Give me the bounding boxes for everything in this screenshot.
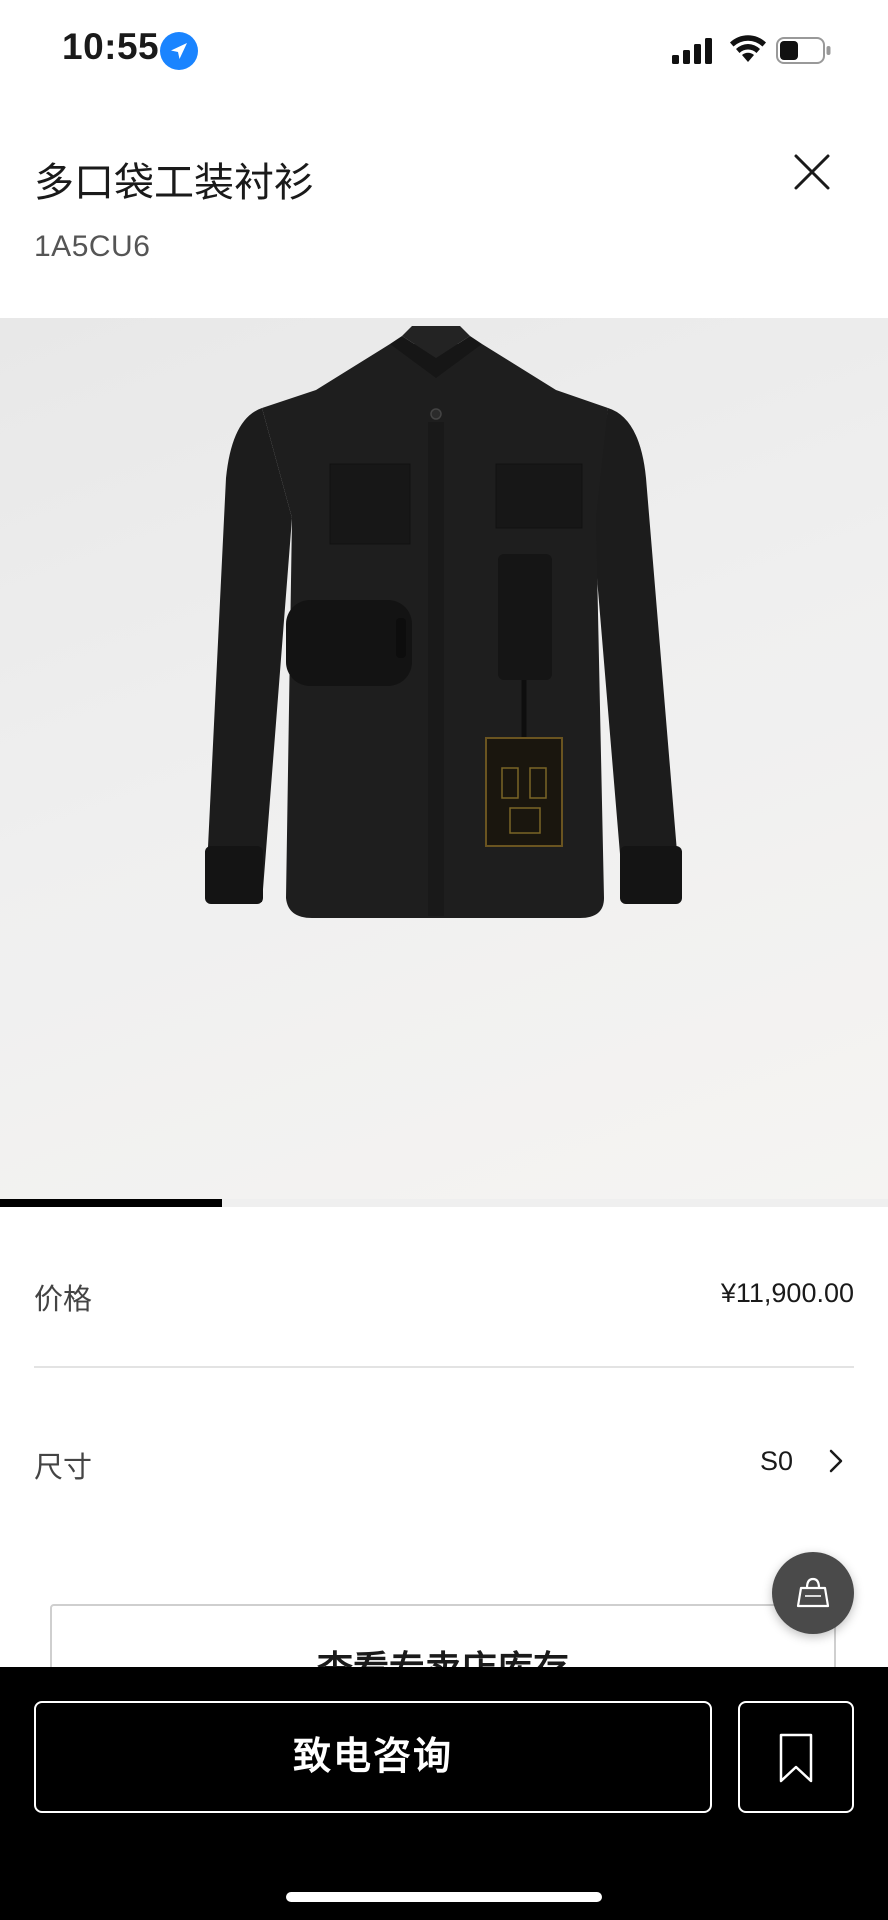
divider bbox=[34, 1366, 854, 1368]
bookmark-icon bbox=[779, 1733, 813, 1783]
shopping-bag-icon bbox=[796, 1577, 830, 1608]
battery-icon bbox=[776, 37, 832, 64]
product-title: 多口袋工装衬衫 bbox=[34, 161, 314, 205]
price-label: 价格 bbox=[34, 1284, 93, 1316]
chevron-right-icon bbox=[826, 1448, 846, 1474]
status-time: 10:55 bbox=[62, 26, 160, 67]
product-sku: 1A5CU6 bbox=[34, 230, 151, 263]
location-arrow-icon bbox=[160, 32, 198, 70]
price-value: ¥11,900.00 bbox=[720, 1278, 854, 1308]
call-button-label: 致电咨询 bbox=[292, 1736, 453, 1778]
shirt-illustration bbox=[205, 326, 682, 918]
product-image[interactable] bbox=[0, 318, 888, 1206]
carousel-progress bbox=[0, 1199, 222, 1207]
wifi-icon bbox=[728, 34, 768, 64]
size-label: 尺寸 bbox=[34, 1452, 93, 1484]
close-icon bbox=[794, 154, 830, 190]
bookmark-button[interactable] bbox=[738, 1701, 854, 1813]
call-consult-button[interactable]: 致电咨询 bbox=[34, 1701, 712, 1813]
size-value: S0 bbox=[760, 1446, 794, 1476]
shopping-bag-button[interactable] bbox=[772, 1552, 854, 1634]
size-selector-row[interactable] bbox=[0, 1410, 888, 1514]
cellular-signal-icon bbox=[672, 38, 714, 64]
close-button[interactable] bbox=[786, 146, 838, 198]
home-indicator[interactable] bbox=[286, 1892, 602, 1902]
